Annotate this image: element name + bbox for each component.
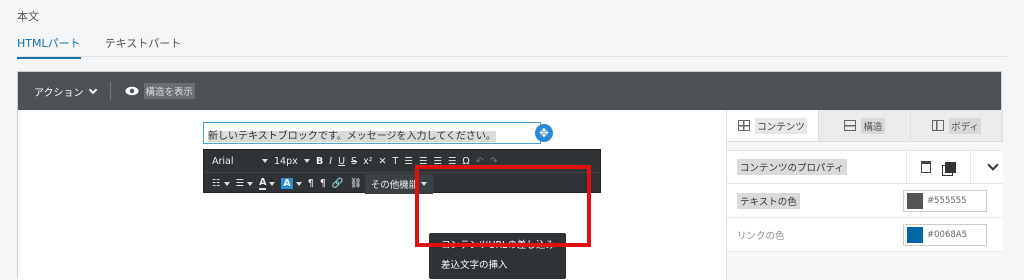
highlight-annotation-box — [415, 165, 591, 247]
paragraph-rtl-icon[interactable]: ¶ — [317, 175, 329, 193]
text-block[interactable]: 新しいテキストブロックです。メッセージを入力してください。 — [203, 122, 541, 144]
dropdown-caret-icon — [247, 181, 254, 186]
tab-structure[interactable]: 構造 — [819, 110, 911, 141]
text-color-value: #555555 — [927, 195, 967, 206]
body-icon — [932, 120, 945, 131]
right-panel: コンテンツ 構造 ボディ コンテンツのプロパティ テキストの色 #555555 … — [726, 110, 1003, 280]
properties-title: コンテンツのプロパティ — [737, 159, 847, 175]
link-icon[interactable]: 🔗 — [329, 175, 347, 193]
more-functions-label: その他機能 — [370, 179, 419, 191]
link-color-label: リンクの色 — [737, 230, 785, 242]
divider — [906, 150, 907, 184]
grid-icon — [738, 120, 751, 131]
text-block-content[interactable]: 新しいテキストブロックです。メッセージを入力してください。 — [208, 131, 496, 142]
color-swatch[interactable] — [907, 226, 923, 243]
paragraph-ltr-icon[interactable]: ¶ — [305, 175, 317, 193]
chevron-down-icon[interactable] — [987, 159, 999, 171]
underline-button[interactable]: U — [335, 152, 348, 170]
trash-icon[interactable] — [921, 161, 931, 173]
show-structure-label: 構造を表示 — [143, 83, 196, 99]
subscript-icon[interactable]: ✕ — [376, 152, 390, 170]
highlight-color-icon: A — [281, 178, 293, 189]
text-color-label: テキストの色 — [737, 192, 800, 209]
editor-topbar: アクション 構造を表示 — [18, 72, 1001, 110]
right-panel-tabs: コンテンツ 構造 ボディ — [727, 110, 1003, 142]
menu-item-insert-merge-text[interactable]: 差込文字の挿入 — [429, 256, 566, 276]
text-color-property: テキストの色 #555555 — [727, 184, 1003, 218]
move-handle-icon[interactable]: ✥ — [535, 124, 553, 142]
align-left-icon[interactable]: ☰ — [401, 152, 416, 170]
link-color-value: #0068A5 — [927, 229, 967, 240]
strikethrough-button[interactable]: S — [348, 152, 360, 170]
dropdown-caret-icon — [262, 159, 268, 163]
font-family-select[interactable]: Arial — [209, 152, 271, 170]
tab-contents-label: コンテンツ — [755, 117, 807, 134]
content-properties-header: コンテンツのプロパティ — [727, 150, 1003, 184]
tab-structure-label: 構造 — [861, 117, 885, 134]
link-color-property: リンクの色 #0068A5 — [727, 218, 1003, 252]
italic-button[interactable]: I — [326, 152, 335, 170]
font-size-select[interactable]: 14px — [271, 152, 313, 170]
properties-actions — [906, 150, 1003, 184]
link-color-input[interactable]: #0068A5 — [903, 223, 987, 246]
bold-button[interactable]: B — [313, 152, 326, 170]
dropdown-caret-icon — [295, 181, 302, 186]
eye-icon — [125, 86, 138, 96]
text-color-input[interactable]: #555555 — [903, 189, 987, 212]
topbar-divider — [109, 82, 111, 100]
highlight-color-button[interactable]: A — [278, 175, 304, 193]
ordered-list-button[interactable]: ☷ — [209, 175, 233, 193]
dropdown-caret-icon — [223, 181, 230, 186]
chevron-down-icon — [88, 85, 97, 94]
font-size-value: 14px — [274, 155, 298, 167]
tabs-divider — [17, 56, 1007, 57]
section-label: 本文 — [17, 10, 39, 23]
tab-contents[interactable]: コンテンツ — [727, 110, 819, 141]
text-color-button[interactable]: A — [256, 175, 278, 193]
show-structure-toggle[interactable]: 構造を表示 — [125, 83, 196, 99]
unlink-icon[interactable]: ⛓ — [347, 175, 365, 193]
color-swatch[interactable] — [907, 192, 923, 209]
clear-format-icon[interactable]: T — [389, 152, 401, 170]
copy-icon[interactable] — [945, 161, 956, 173]
action-menu-label: アクション — [34, 87, 84, 99]
dropdown-caret-icon — [269, 181, 276, 186]
rows-icon — [844, 120, 857, 131]
font-family-value: Arial — [212, 155, 234, 167]
tab-body[interactable]: ボディ — [911, 110, 1003, 141]
text-color-icon: A — [259, 177, 267, 190]
dropdown-caret-icon — [304, 159, 310, 163]
divider — [970, 150, 971, 184]
superscript-button[interactable]: x² — [360, 152, 375, 170]
unordered-list-button[interactable]: ☰ — [233, 175, 257, 193]
tab-body-label: ボディ — [949, 117, 981, 134]
editor-canvas[interactable]: 新しいテキストブロックです。メッセージを入力してください。 ✥ Arial 14… — [18, 110, 726, 280]
action-menu-button[interactable]: アクション — [34, 84, 97, 99]
